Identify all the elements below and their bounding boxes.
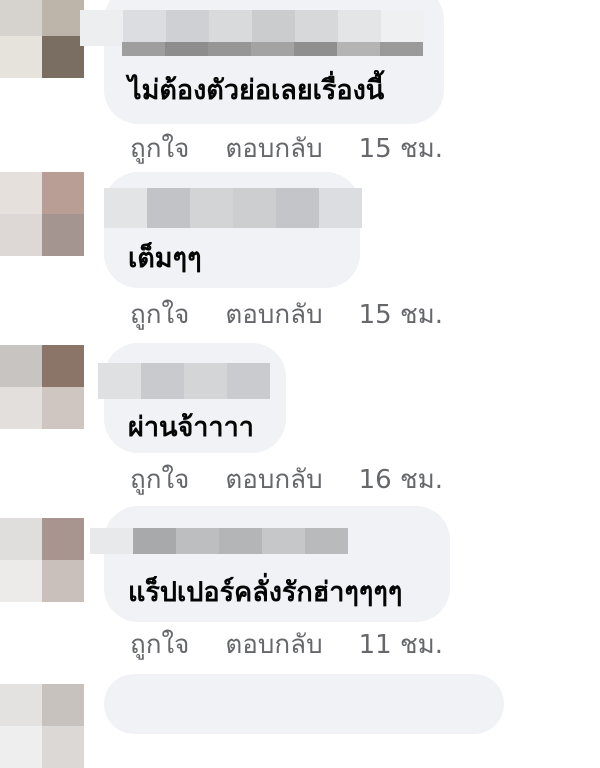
comment-actions: ถูกใจ ตอบกลับ 15 ชม. (130, 294, 443, 335)
comment-text: ผ่านจ้าาาา (128, 412, 254, 443)
avatar[interactable] (0, 172, 84, 256)
author-name-blurred[interactable] (80, 10, 424, 46)
author-name-blurred[interactable] (104, 188, 362, 228)
comment-text: แร็ปเปอร์คลั่งรักฮ่าๆๆๆๆ (128, 577, 403, 608)
comment-bubble: ผ่านจ้าาาา (98, 343, 286, 453)
timestamp-link[interactable]: 15 ชม. (359, 128, 443, 169)
avatar[interactable] (0, 0, 84, 78)
avatar[interactable] (0, 518, 84, 602)
like-link[interactable]: ถูกใจ (130, 459, 189, 500)
avatar[interactable] (0, 684, 84, 768)
comment-text: เต็มๆๆ (128, 243, 202, 274)
comment-actions: ถูกใจ ตอบกลับ 16 ชม. (130, 459, 443, 500)
author-name-blurred[interactable] (90, 528, 348, 554)
author-name-blurred[interactable] (98, 363, 270, 399)
like-link[interactable]: ถูกใจ (130, 294, 189, 335)
like-link[interactable]: ถูกใจ (130, 624, 189, 665)
comment-bubble: ไม่ต้องตัวย่อเลยเรื่องนี้ (80, 0, 444, 124)
comment-bubble (104, 674, 504, 734)
reply-link[interactable]: ตอบกลับ (225, 294, 322, 335)
like-link[interactable]: ถูกใจ (130, 128, 189, 169)
timestamp-link[interactable]: 16 ชม. (359, 459, 443, 500)
comment-text: ไม่ต้องตัวย่อเลยเรื่องนี้ (128, 75, 385, 106)
comment-bubble: แร็ปเปอร์คลั่งรักฮ่าๆๆๆๆ (90, 506, 450, 622)
timestamp-link[interactable]: 15 ชม. (359, 294, 443, 335)
reply-link[interactable]: ตอบกลับ (225, 624, 322, 665)
timestamp-link[interactable]: 11 ชม. (359, 624, 443, 665)
reply-link[interactable]: ตอบกลับ (225, 128, 322, 169)
comment-actions: ถูกใจ ตอบกลับ 11 ชม. (130, 624, 443, 665)
author-name-blurred-strip (122, 42, 423, 56)
comment-bubble: เต็มๆๆ (104, 172, 362, 288)
avatar[interactable] (0, 345, 84, 429)
reply-link[interactable]: ตอบกลับ (225, 459, 322, 500)
comment-actions: ถูกใจ ตอบกลับ 15 ชม. (130, 128, 443, 169)
